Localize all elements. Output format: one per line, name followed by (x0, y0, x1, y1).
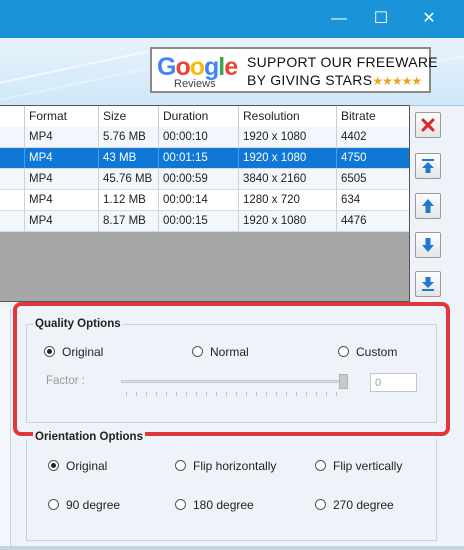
cell-size: 1.12 MB (98, 190, 158, 210)
cell-duration: 00:00:14 (158, 190, 238, 210)
factor-slider-thumb[interactable] (339, 374, 348, 389)
giving-stars-label: BY GIVING STARS (247, 72, 373, 88)
cell-format: MP4 (24, 190, 98, 210)
quality-options-title: Quality Options (33, 318, 123, 330)
radio-unselected-icon (315, 460, 326, 471)
google-letter: e (224, 53, 238, 81)
cell-size: 5.76 MB (98, 127, 158, 147)
rating-stars-icon: ★★★★★ (372, 74, 422, 88)
radio-label: Original (66, 459, 108, 473)
cell-resolution: 1920 x 1080 (238, 148, 336, 168)
radio-unselected-icon (175, 499, 186, 510)
cell-resolution: 1920 x 1080 (238, 211, 336, 231)
cell-resolution: 1280 x 720 (238, 190, 336, 210)
move-top-icon (422, 159, 434, 173)
move-up-icon (422, 199, 434, 213)
maximize-button[interactable]: ☐ (364, 6, 398, 32)
radio-label: Flip vertically (333, 459, 403, 473)
cell-bitrate: 6505 (336, 169, 409, 189)
cell-size: 8.17 MB (98, 211, 158, 231)
radio-label: 90 degree (66, 498, 121, 512)
remove-icon (421, 118, 435, 132)
reviews-label: Reviews (174, 78, 216, 90)
header-banner: Google Reviews SUPPORT OUR FREEWARE BY G… (0, 38, 464, 106)
radio-label: Normal (210, 345, 249, 359)
radio-label: Original (62, 345, 104, 359)
cell-format: MP4 (24, 211, 98, 231)
close-button[interactable]: ✕ (412, 6, 446, 32)
cell-duration: 00:00:59 (158, 169, 238, 189)
cell-bitrate: 4476 (336, 211, 409, 231)
cell-resolution: 3840 x 2160 (238, 169, 336, 189)
factor-value-input[interactable]: 0 (370, 373, 417, 392)
cell-bitrate: 4750 (336, 148, 409, 168)
table-header: Format Size Duration Resolution Bitrate (0, 106, 409, 128)
radio-unselected-icon (48, 499, 59, 510)
move-top-button[interactable] (415, 153, 441, 179)
move-bottom-icon (422, 277, 434, 291)
table-row[interactable]: MP4 43 MB 00:01:15 1920 x 1080 4750 (0, 148, 409, 169)
file-table[interactable]: Format Size Duration Resolution Bitrate … (0, 105, 410, 302)
radio-label: 270 degree (333, 498, 394, 512)
move-down-icon (422, 238, 434, 252)
cell-duration: 00:00:15 (158, 211, 238, 231)
move-up-button[interactable] (415, 193, 441, 219)
radio-selected-icon (48, 460, 59, 471)
stars-text: BY GIVING STARS★★★★★ (247, 72, 422, 88)
cell-bitrate: 4402 (336, 127, 409, 147)
cell-resolution: 1920 x 1080 (238, 127, 336, 147)
radio-label: Custom (356, 345, 398, 359)
remove-button[interactable] (415, 112, 441, 138)
table-row[interactable]: MP4 45.76 MB 00:00:59 3840 x 2160 6505 (0, 169, 409, 190)
cell-duration: 00:00:10 (158, 127, 238, 147)
factor-label: Factor : (46, 375, 85, 387)
google-reviews-banner[interactable]: Google Reviews SUPPORT OUR FREEWARE BY G… (150, 47, 438, 93)
cell-format: MP4 (24, 148, 98, 168)
cell-format: MP4 (24, 169, 98, 189)
left-panel-edge (0, 309, 11, 550)
table-row[interactable]: MP4 5.76 MB 00:00:10 1920 x 1080 4402 (0, 127, 409, 148)
support-text: SUPPORT OUR FREEWARE (247, 54, 438, 70)
radio-selected-icon (44, 346, 55, 357)
cell-duration: 00:01:15 (158, 148, 238, 168)
column-header-duration[interactable]: Duration (158, 106, 238, 127)
radio-label: Flip horizontally (193, 459, 277, 473)
radio-unselected-icon (192, 346, 203, 357)
cell-bitrate: 634 (336, 190, 409, 210)
radio-unselected-icon (338, 346, 349, 357)
column-header-format[interactable]: Format (24, 106, 98, 127)
cell-size: 45.76 MB (98, 169, 158, 189)
column-header-resolution[interactable]: Resolution (238, 106, 336, 127)
cell-format: MP4 (24, 127, 98, 147)
minimize-button[interactable]: — (322, 6, 356, 32)
column-header-bitrate[interactable]: Bitrate (336, 106, 409, 127)
bottom-edge (0, 546, 464, 550)
move-bottom-button[interactable] (415, 271, 441, 297)
orientation-options-group (26, 439, 437, 541)
move-down-button[interactable] (415, 232, 441, 258)
table-row[interactable]: MP4 1.12 MB 00:00:14 1280 x 720 634 (0, 190, 409, 211)
google-letter: G (157, 53, 176, 81)
factor-slider-track[interactable] (121, 380, 347, 383)
column-header-size[interactable]: Size (98, 106, 158, 127)
radio-unselected-icon (315, 499, 326, 510)
radio-unselected-icon (175, 460, 186, 471)
radio-label: 180 degree (193, 498, 254, 512)
cell-size: 43 MB (98, 148, 158, 168)
table-row[interactable]: MP4 8.17 MB 00:00:15 1920 x 1080 4476 (0, 211, 409, 232)
factor-slider-ticks (126, 392, 346, 396)
orientation-options-title: Orientation Options (33, 431, 145, 443)
